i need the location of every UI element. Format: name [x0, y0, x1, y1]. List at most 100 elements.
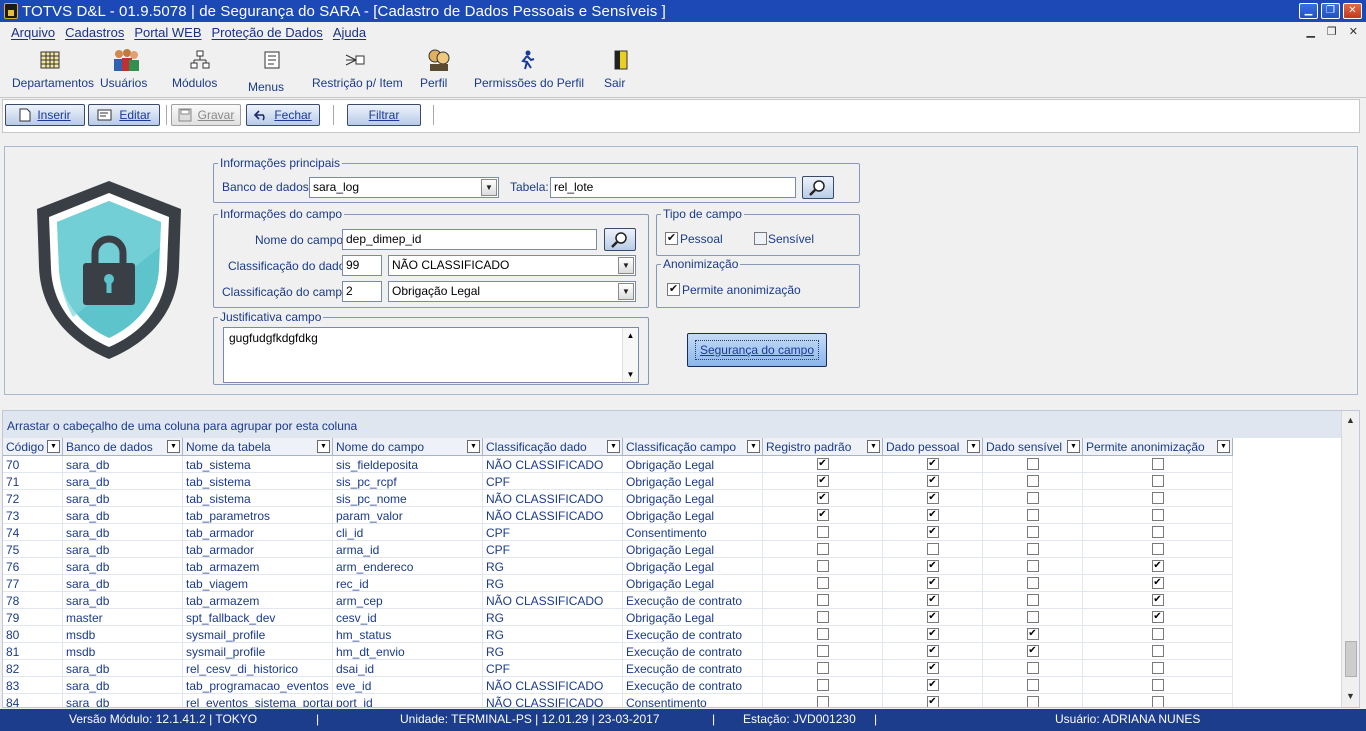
checkbox-checked[interactable]: ✔: [1151, 577, 1164, 589]
memo-scrollbar[interactable]: ▲ ▼: [622, 328, 638, 382]
cell-dado-sensivel[interactable]: [983, 473, 1083, 490]
cell-registro-padrao[interactable]: ✔: [763, 507, 883, 524]
cell-registro-padrao[interactable]: [763, 609, 883, 626]
filter-dropdown-icon[interactable]: ▼: [467, 440, 480, 453]
checkbox-checked[interactable]: ✔: [926, 628, 939, 640]
table-row[interactable]: 73 sara_db tab_parametros param_valor NÃO CL…: [3, 507, 1341, 524]
cell-permite-anonimizacao[interactable]: [1083, 456, 1233, 473]
cell-dado-pessoal[interactable]: ✔: [883, 660, 983, 677]
field-class-code-input[interactable]: 2: [342, 281, 382, 302]
sensitive-checkbox[interactable]: [754, 232, 767, 245]
cell-dado-sensivel[interactable]: [983, 694, 1083, 707]
checkbox-unchecked[interactable]: [816, 594, 829, 606]
checkbox-unchecked[interactable]: [816, 628, 829, 640]
save-button[interactable]: Gravar: [171, 104, 241, 126]
menu-portal-web[interactable]: Portal WEB: [134, 25, 201, 40]
table-row[interactable]: 71 sara_db tab_sistema sis_pc_rcpf CPF Obriga…: [3, 473, 1341, 490]
checkbox-unchecked[interactable]: [1151, 543, 1164, 555]
chevron-down-icon[interactable]: ▼: [618, 283, 634, 300]
cell-dado-pessoal[interactable]: ✔: [883, 524, 983, 541]
checkbox-checked[interactable]: ✔: [926, 560, 939, 572]
table-row[interactable]: 84 sara_db rel_eventos_sistema_portaria por…: [3, 694, 1341, 707]
cell-dado-sensivel[interactable]: ✔: [983, 626, 1083, 643]
checkbox-checked[interactable]: ✔: [926, 458, 939, 470]
checkbox-unchecked[interactable]: [1151, 696, 1164, 707]
personal-checkbox[interactable]: ✔: [665, 232, 678, 245]
column-header-registro-padrao[interactable]: Registro padrão ▼: [763, 438, 883, 456]
checkbox-unchecked[interactable]: [1026, 679, 1039, 691]
scroll-up-icon[interactable]: ▲: [623, 331, 638, 340]
mdi-restore-icon[interactable]: ❐: [1327, 25, 1337, 38]
table-field[interactable]: rel_lote: [550, 177, 796, 198]
column-header-classificacao-campo[interactable]: Classificação campo ▼: [623, 438, 763, 456]
filter-dropdown-icon[interactable]: ▼: [1217, 440, 1230, 453]
scroll-down-icon[interactable]: ▼: [623, 370, 638, 379]
table-row[interactable]: 70 sara_db tab_sistema sis_fieldeposita NÃO …: [3, 456, 1341, 473]
cell-registro-padrao[interactable]: [763, 558, 883, 575]
checkbox-unchecked[interactable]: [816, 662, 829, 674]
checkbox-unchecked[interactable]: [1026, 594, 1039, 606]
column-header-dado-pessoal[interactable]: Dado pessoal ▼: [883, 438, 983, 456]
checkbox-unchecked[interactable]: [1026, 543, 1039, 555]
insert-button[interactable]: Inserir: [5, 104, 85, 126]
group-by-panel[interactable]: Arrastar o cabeçalho de uma coluna para …: [3, 411, 1341, 438]
toolbar-usuarios[interactable]: Usuários: [100, 48, 152, 90]
grid-scrollbar[interactable]: ▲ ▼: [1341, 411, 1359, 707]
checkbox-unchecked[interactable]: [1026, 577, 1039, 589]
cell-permite-anonimizacao[interactable]: [1083, 473, 1233, 490]
checkbox-unchecked[interactable]: [816, 696, 829, 707]
table-row[interactable]: 83 sara_db tab_programacao_eventos eve_id NÃ…: [3, 677, 1341, 694]
checkbox-unchecked[interactable]: [1151, 662, 1164, 674]
table-row[interactable]: 72 sara_db tab_sistema sis_pc_nome NÃO CLASS…: [3, 490, 1341, 507]
column-header-classificacao-dado[interactable]: Classificação dado ▼: [483, 438, 623, 456]
cell-permite-anonimizacao[interactable]: [1083, 677, 1233, 694]
checkbox-unchecked[interactable]: [816, 679, 829, 691]
table-row[interactable]: 80 msdb sysmail_profile hm_status RG Execução…: [3, 626, 1341, 643]
cell-dado-sensivel[interactable]: [983, 507, 1083, 524]
menu-ajuda[interactable]: Ajuda: [333, 25, 366, 40]
checkbox-unchecked[interactable]: [1151, 458, 1164, 470]
table-search-button[interactable]: [802, 176, 834, 199]
cell-permite-anonimizacao[interactable]: [1083, 524, 1233, 541]
chevron-down-icon[interactable]: ▼: [618, 257, 634, 274]
table-row[interactable]: 81 msdb sysmail_profile hm_dt_envio RG Execuç…: [3, 643, 1341, 660]
table-row[interactable]: 75 sara_db tab_armador arma_id CPF Obrigação …: [3, 541, 1341, 558]
restore-icon[interactable]: ❐: [1321, 3, 1340, 19]
checkbox-unchecked[interactable]: [816, 543, 829, 555]
checkbox-checked[interactable]: ✔: [1026, 645, 1039, 657]
checkbox-checked[interactable]: ✔: [816, 475, 829, 487]
filter-dropdown-icon[interactable]: ▼: [317, 440, 330, 453]
cell-dado-sensivel[interactable]: [983, 541, 1083, 558]
column-header-nome-tabela[interactable]: Nome da tabela ▼: [183, 438, 333, 456]
column-header-banco-dados[interactable]: Banco de dados ▼: [63, 438, 183, 456]
table-row[interactable]: 78 sara_db tab_armazem arm_cep NÃO CLASSIFIC…: [3, 592, 1341, 609]
toolbar-restricao-item[interactable]: Restrição p/ Item: [312, 48, 403, 90]
checkbox-checked[interactable]: ✔: [1026, 628, 1039, 640]
cell-dado-pessoal[interactable]: ✔: [883, 609, 983, 626]
cell-dado-pessoal[interactable]: ✔: [883, 592, 983, 609]
cell-dado-pessoal[interactable]: ✔: [883, 626, 983, 643]
data-class-code-input[interactable]: 99: [342, 255, 382, 276]
cell-dado-sensivel[interactable]: [983, 592, 1083, 609]
cell-dado-pessoal[interactable]: [883, 541, 983, 558]
cell-dado-pessoal[interactable]: ✔: [883, 473, 983, 490]
minimize-icon[interactable]: ▁: [1299, 3, 1318, 19]
cell-dado-pessoal[interactable]: ✔: [883, 677, 983, 694]
checkbox-unchecked[interactable]: [1026, 475, 1039, 487]
checkbox-checked[interactable]: ✔: [1151, 594, 1164, 606]
toolbar-departamentos[interactable]: Departamentos: [12, 48, 94, 90]
cell-dado-pessoal[interactable]: ✔: [883, 575, 983, 592]
cell-dado-sensivel[interactable]: [983, 558, 1083, 575]
cell-dado-sensivel[interactable]: [983, 677, 1083, 694]
cell-dado-pessoal[interactable]: ✔: [883, 507, 983, 524]
column-header-dado-sensivel[interactable]: Dado sensível ▼: [983, 438, 1083, 456]
scroll-up-icon[interactable]: ▲: [1346, 415, 1355, 425]
checkbox-unchecked[interactable]: [1151, 509, 1164, 521]
cell-registro-padrao[interactable]: [763, 694, 883, 707]
toolbar-modulos[interactable]: Módulos: [172, 48, 228, 90]
filter-dropdown-icon[interactable]: ▼: [47, 440, 60, 453]
scroll-down-icon[interactable]: ▼: [1346, 691, 1355, 701]
filter-dropdown-icon[interactable]: ▼: [867, 440, 880, 453]
cell-registro-padrao[interactable]: [763, 626, 883, 643]
checkbox-unchecked[interactable]: [1151, 679, 1164, 691]
